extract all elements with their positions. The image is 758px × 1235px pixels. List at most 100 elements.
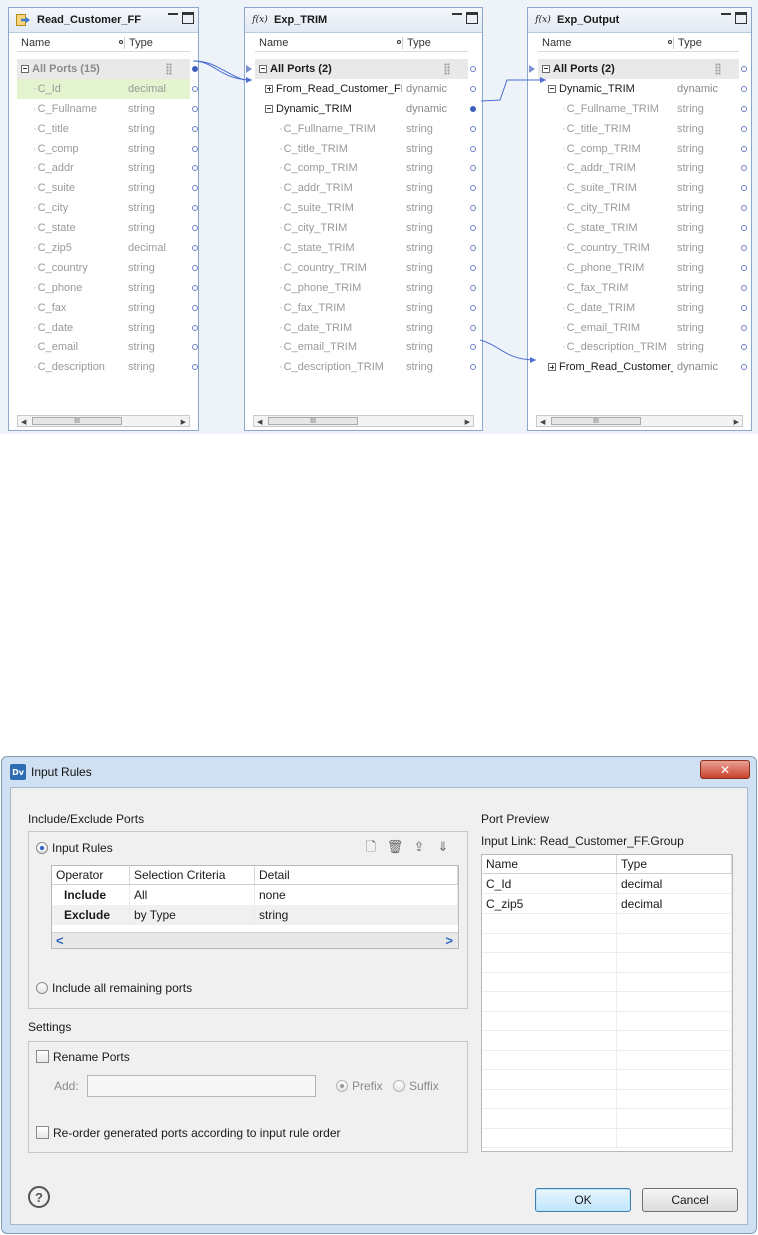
port-row[interactable]: ·C_email_TRIM string [255, 337, 476, 357]
rename-ports-option[interactable]: Rename Ports [36, 1050, 130, 1064]
dialog-title-bar[interactable]: Dv Input Rules [2, 757, 756, 787]
horizontal-scrollbar[interactable]: ◀ III ▶ [17, 415, 190, 427]
scrollbar-thumb[interactable]: III [551, 417, 641, 425]
detail-cell[interactable]: none [255, 885, 458, 905]
port-row[interactable]: ·C_state_TRIM string [538, 218, 747, 238]
help-icon[interactable]: ? [28, 1186, 50, 1208]
output-port-icon[interactable] [470, 304, 476, 311]
transformation-title-bar[interactable]: f(x) Exp_Output [528, 8, 751, 33]
port-row[interactable]: ·C_city_TRIM string [255, 218, 476, 238]
port-row[interactable]: ·C_addr_TRIM string [538, 158, 747, 178]
transformation-exp-trim[interactable]: f(x) Exp_TRIM Name Type All Ports (2) Fr… [244, 7, 483, 431]
input-rules-option[interactable]: Input Rules [36, 841, 113, 855]
minimize-icon[interactable] [168, 13, 178, 23]
port-row[interactable]: ·C_country string [17, 258, 198, 278]
dynamic-port-row[interactable]: Dynamic_TRIM dynamic [255, 99, 476, 119]
new-rule-icon[interactable]: 🗋 [362, 838, 380, 856]
column-name-header[interactable]: Name [17, 37, 124, 49]
output-port-icon[interactable] [470, 264, 476, 271]
table-row[interactable]: Include All none [52, 885, 458, 905]
port-row[interactable]: ·C_suite_TRIM string [255, 198, 476, 218]
port-preview-table[interactable]: Name Type C_Id decimal C_zip5 decimal [481, 854, 733, 1152]
port-row[interactable]: ·C_phone string [17, 278, 198, 298]
minimize-icon[interactable] [452, 13, 462, 23]
collapse-icon[interactable] [548, 84, 556, 93]
output-port-icon[interactable] [192, 284, 198, 291]
name-header[interactable]: Name [482, 855, 617, 873]
port-group-all-ports[interactable]: All Ports (2) [246, 59, 476, 79]
port-row[interactable]: ·C_Fullname_TRIM string [538, 99, 747, 119]
close-button[interactable]: ✕ [700, 760, 750, 779]
port-row[interactable]: ·C_addr_TRIM string [255, 178, 476, 198]
output-port-icon[interactable] [741, 225, 747, 232]
output-port-icon[interactable] [470, 225, 476, 232]
output-port-icon[interactable] [741, 66, 747, 72]
port-row[interactable]: ·C_description string [17, 357, 198, 377]
port-row[interactable]: ·C_comp string [17, 139, 198, 159]
detail-cell[interactable]: string [255, 905, 458, 925]
port-row[interactable]: ·C_comp_TRIM string [538, 139, 747, 159]
output-port-icon[interactable] [470, 125, 476, 132]
criteria-cell[interactable]: by Type [130, 905, 255, 925]
port-group-all-ports[interactable]: All Ports (15) [17, 59, 198, 79]
port-row[interactable]: ·C_date_TRIM string [255, 318, 476, 338]
scroll-right-icon[interactable]: ▶ [734, 418, 739, 426]
port-row[interactable]: ·C_comp_TRIM string [255, 158, 476, 178]
transformation-exp-output[interactable]: f(x) Exp_Output Name Type All Ports (2) … [527, 7, 752, 431]
add-text-field[interactable] [87, 1075, 316, 1097]
move-up-icon[interactable]: ⇪ [410, 838, 428, 856]
output-port-icon[interactable] [741, 284, 747, 291]
port-row[interactable]: ·C_addr string [17, 158, 198, 178]
input-port-icon[interactable] [246, 65, 252, 73]
port-row[interactable]: ·C_state string [17, 218, 198, 238]
maximize-icon[interactable] [182, 12, 194, 24]
operator-header[interactable]: Operator [52, 866, 130, 884]
reorder-ports-checkbox[interactable] [36, 1126, 49, 1139]
port-row[interactable]: ·C_email_TRIM string [538, 318, 747, 338]
output-port-icon[interactable] [470, 324, 476, 331]
expand-icon[interactable] [265, 84, 273, 93]
port-row[interactable]: ·C_title string [17, 119, 198, 139]
output-port-icon[interactable] [741, 344, 747, 351]
scroll-left-icon[interactable]: ◀ [21, 418, 26, 426]
output-port-icon[interactable] [470, 245, 476, 252]
criteria-cell[interactable]: All [130, 885, 255, 905]
port-row[interactable]: ·C_email string [17, 337, 198, 357]
output-port-icon[interactable] [192, 324, 198, 331]
port-row[interactable]: ·C_city_TRIM string [538, 198, 747, 218]
output-port-icon[interactable] [470, 85, 476, 92]
port-row[interactable]: ·C_country_TRIM string [255, 258, 476, 278]
port-row[interactable]: ·C_Fullname_TRIM string [255, 119, 476, 139]
operator-cell[interactable]: Exclude [52, 905, 130, 925]
output-port-icon[interactable] [470, 344, 476, 351]
port-row[interactable]: ·C_description_TRIM string [538, 337, 747, 357]
output-port-icon[interactable] [741, 165, 747, 172]
port-row[interactable]: ·C_fax_TRIM string [538, 278, 747, 298]
scroll-left-icon[interactable]: ◀ [257, 418, 262, 426]
table-row[interactable]: Exclude by Type string [52, 905, 458, 925]
port-row[interactable]: ·C_country_TRIM string [538, 238, 747, 258]
output-port-icon[interactable] [741, 324, 747, 331]
rules-table[interactable]: Operator Selection Criteria Detail Inclu… [51, 865, 459, 949]
output-port-icon[interactable] [470, 105, 476, 112]
rules-table-scrollbar[interactable]: < > [52, 932, 458, 948]
rename-ports-checkbox[interactable] [36, 1050, 49, 1063]
output-port-icon[interactable] [470, 66, 476, 72]
port-row[interactable]: ·C_fax string [17, 298, 198, 318]
column-type-header[interactable]: Type [668, 36, 739, 49]
collapse-icon[interactable] [265, 104, 273, 113]
output-port-icon[interactable] [470, 205, 476, 212]
output-port-icon[interactable] [741, 264, 747, 271]
expand-icon[interactable] [548, 363, 556, 372]
output-port-icon[interactable] [741, 85, 747, 92]
move-down-icon[interactable]: ⇓ [434, 838, 452, 856]
collapse-icon[interactable] [542, 64, 550, 73]
input-rules-radio[interactable] [36, 842, 48, 854]
drag-handle-icon[interactable] [715, 63, 721, 75]
output-port-icon[interactable] [741, 145, 747, 152]
port-row[interactable]: ·C_phone_TRIM string [255, 278, 476, 298]
ok-button[interactable]: OK [535, 1188, 631, 1212]
port-row[interactable]: ·C_date_TRIM string [538, 298, 747, 318]
scroll-right-icon[interactable]: > [445, 933, 453, 948]
output-port-icon[interactable] [192, 245, 198, 252]
